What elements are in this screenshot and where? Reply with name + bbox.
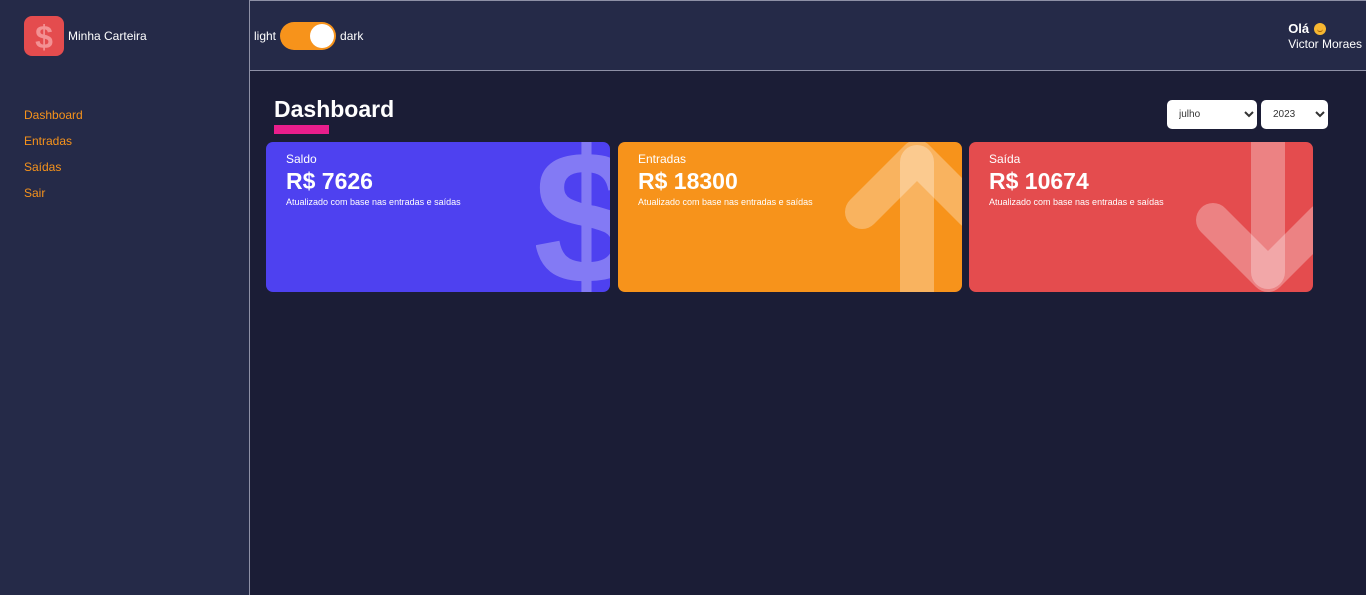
income-label: Entradas [638, 152, 687, 166]
greeting: Olá [1288, 21, 1362, 36]
sidebar: $ Minha Carteira Dashboard Entradas Saíd… [0, 0, 250, 595]
theme-dark-label: dark [340, 29, 364, 43]
sidebar-item-saidas[interactable]: Saídas [24, 159, 61, 175]
brand[interactable]: $ Minha Carteira [24, 16, 147, 56]
theme-switcher: light dark [254, 22, 363, 50]
outcome-label: Saída [989, 152, 1021, 166]
balance-card: $ Saldo R$ 7626 Atualizado com base nas … [266, 142, 610, 292]
arrow-up-icon [845, 142, 962, 292]
svg-text:$: $ [35, 19, 53, 53]
sidebar-menu: Dashboard Entradas Saídas Sair [24, 106, 83, 210]
top-header: light dark Olá Victor Moraes [250, 0, 1366, 71]
brand-name: Minha Carteira [68, 29, 147, 43]
page-title: Dashboard [274, 96, 395, 122]
wallet-logo-icon: $ [24, 16, 64, 56]
income-card: Entradas R$ 18300 Atualizado com base na… [618, 142, 962, 292]
income-amount: R$ 18300 [638, 168, 738, 194]
main-content: Dashboard julho 2023 $ Saldo R$ 7626 Atu… [250, 72, 1366, 595]
outcome-amount: R$ 10674 [989, 168, 1089, 194]
balance-label: Saldo [286, 152, 317, 166]
arrow-down-icon [1196, 142, 1313, 292]
income-description: Atualizado com base nas entradas e saída… [638, 197, 813, 207]
theme-toggle[interactable] [280, 22, 337, 50]
title-underline [274, 125, 329, 134]
sidebar-item-sair[interactable]: Sair [24, 185, 45, 201]
smile-emoji-icon [1314, 22, 1327, 35]
theme-light-label: light [254, 29, 277, 43]
greeting-text: Olá [1288, 21, 1310, 36]
sidebar-item-dashboard[interactable]: Dashboard [24, 107, 83, 123]
outcome-description: Atualizado com base nas entradas e saída… [989, 197, 1164, 207]
balance-description: Atualizado com base nas entradas e saída… [286, 197, 461, 207]
balance-amount: R$ 7626 [286, 168, 373, 194]
sidebar-item-entradas[interactable]: Entradas [24, 133, 72, 149]
svg-text:$: $ [536, 142, 610, 292]
month-select[interactable]: julho [1167, 100, 1257, 129]
toggle-knob [310, 24, 335, 48]
user-profile: Olá Victor Moraes [1288, 21, 1362, 51]
year-select[interactable]: 2023 [1261, 100, 1328, 129]
date-filters: julho 2023 [1167, 100, 1328, 129]
dollar-icon: $ [536, 142, 610, 292]
outcome-card: Saída R$ 10674 Atualizado com base nas e… [969, 142, 1313, 292]
user-name: Victor Moraes [1288, 37, 1362, 51]
